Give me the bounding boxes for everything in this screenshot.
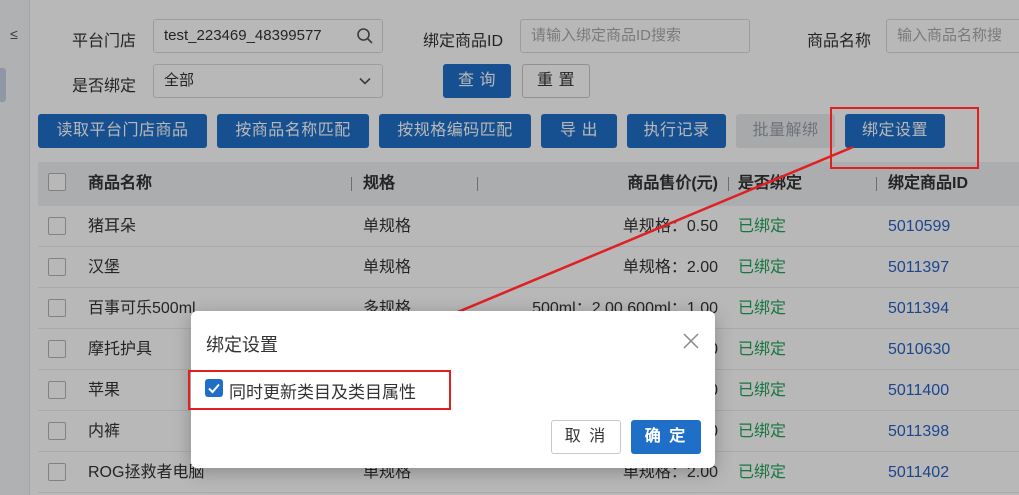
confirm-button[interactable]: 确 定 bbox=[631, 420, 701, 454]
close-icon[interactable] bbox=[681, 331, 701, 351]
cancel-button[interactable]: 取 消 bbox=[551, 420, 621, 454]
annotation-highlight-checkbox bbox=[188, 370, 451, 410]
dialog-title: 绑定设置 bbox=[206, 335, 278, 355]
annotation-highlight-bind-settings bbox=[830, 107, 979, 169]
page: ≤ 平台门店 test_223469_48399577 绑定商品ID 请输入绑定… bbox=[0, 0, 1019, 495]
